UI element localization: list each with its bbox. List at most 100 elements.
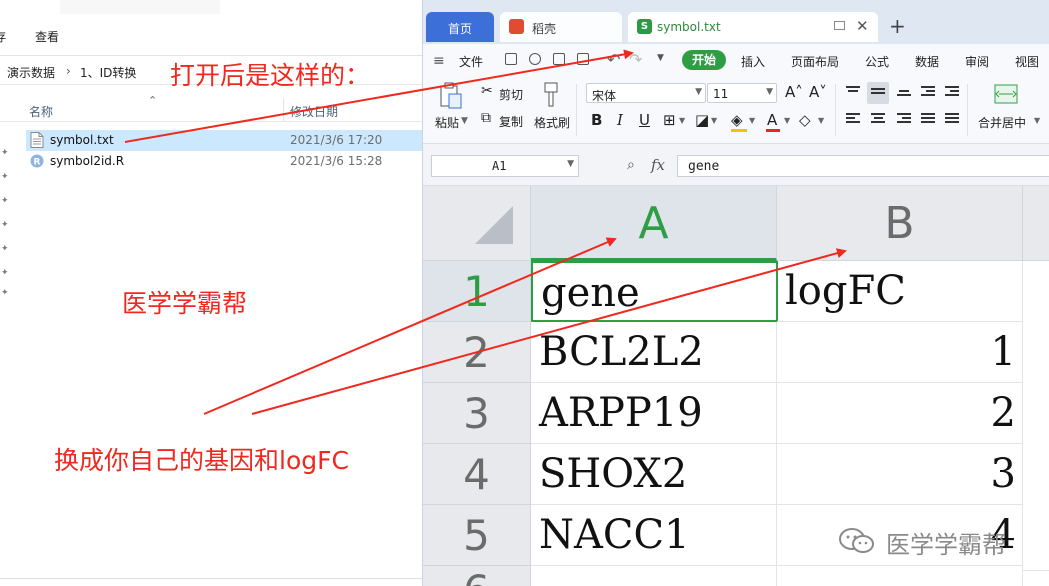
clear-dropdown-icon[interactable]: ▼ bbox=[818, 116, 824, 125]
more-dropdown-icon[interactable]: ▼ bbox=[657, 53, 664, 63]
cell-b1[interactable]: logFC bbox=[777, 261, 1023, 322]
merge-dropdown-icon[interactable]: ▼ bbox=[1034, 116, 1040, 125]
align-right-icon[interactable] bbox=[897, 113, 911, 125]
row-header-1[interactable]: 1 bbox=[423, 261, 531, 322]
copy-label[interactable]: 复制 bbox=[499, 113, 523, 130]
indent-icon[interactable] bbox=[945, 86, 959, 98]
scissors-icon[interactable]: ✂ bbox=[481, 83, 493, 99]
border-icon[interactable]: ⊞ bbox=[663, 111, 676, 129]
cell-a5[interactable]: NACC1 bbox=[531, 505, 777, 566]
print-icon[interactable] bbox=[553, 53, 565, 65]
copy-icon[interactable]: ⧉ bbox=[481, 110, 491, 126]
align-bottom-icon[interactable] bbox=[897, 90, 911, 102]
row-header-4[interactable]: 4 bbox=[423, 444, 531, 505]
preview-icon[interactable] bbox=[577, 53, 589, 65]
menu-review[interactable]: 审阅 bbox=[965, 53, 989, 70]
cell-b3[interactable]: 2 bbox=[777, 383, 1023, 444]
cell-b4[interactable]: 3 bbox=[777, 444, 1023, 505]
close-tab-icon[interactable]: ✕ bbox=[856, 17, 869, 35]
column-header-b[interactable]: B bbox=[777, 186, 1023, 261]
column-header-date[interactable]: 修改日期 bbox=[290, 103, 338, 120]
tab-home[interactable]: 首页 bbox=[426, 12, 494, 42]
name-box[interactable]: A1 ▼ bbox=[431, 155, 579, 177]
paste-icon[interactable] bbox=[439, 82, 463, 110]
pin-icon[interactable]: ✦ bbox=[1, 268, 9, 278]
menu-data[interactable]: 数据 bbox=[915, 53, 939, 70]
ribbon-tab-view[interactable]: 查看 bbox=[35, 28, 59, 45]
tab-symbol-txt[interactable]: S symbol.txt ✕ bbox=[628, 12, 878, 42]
redo-icon[interactable]: ↷ bbox=[629, 50, 642, 69]
menu-page-layout[interactable]: 页面布局 bbox=[791, 53, 839, 70]
cell-a3[interactable]: ARPP19 bbox=[531, 383, 777, 444]
select-all-corner[interactable] bbox=[423, 186, 531, 261]
align-middle-icon[interactable] bbox=[871, 88, 885, 100]
bold-icon[interactable]: B bbox=[591, 111, 602, 129]
pin-icon[interactable]: ✦ bbox=[1, 244, 9, 254]
breadcrumb-id-convert[interactable]: 1、ID转换 bbox=[80, 64, 136, 81]
column-header-a[interactable]: A bbox=[531, 186, 777, 261]
pin-icon[interactable]: ✦ bbox=[1, 148, 9, 158]
justify-icon[interactable] bbox=[921, 113, 935, 125]
hamburger-menu-icon[interactable]: ≡ bbox=[433, 53, 445, 69]
file-row-symbol2id-r[interactable]: R symbol2id.R 2021/3/6 15:28 bbox=[26, 151, 422, 172]
fill-color-icon[interactable]: ◈ bbox=[731, 111, 743, 129]
border-dropdown-icon[interactable]: ▼ bbox=[679, 116, 685, 125]
cell-a2[interactable]: BCL2L2 bbox=[531, 322, 777, 383]
font-name-select[interactable]: 宋体 ▼ bbox=[586, 83, 706, 103]
row-header-2[interactable]: 2 bbox=[423, 322, 531, 383]
merge-center-label[interactable]: 合并居中 bbox=[978, 114, 1026, 131]
paste-label[interactable]: 粘贴 bbox=[435, 114, 459, 131]
fx-icon[interactable]: fx bbox=[651, 156, 665, 174]
breadcrumb-demo-data[interactable]: 演示数据 bbox=[7, 64, 55, 81]
formula-input[interactable]: gene bbox=[677, 155, 1049, 177]
align-top-icon[interactable] bbox=[846, 86, 860, 98]
row-header-6[interactable]: 6 bbox=[423, 566, 531, 586]
column-header-name[interactable]: 名称 bbox=[29, 103, 53, 120]
font-color-icon[interactable]: A bbox=[767, 111, 777, 129]
underline-icon[interactable]: U bbox=[639, 111, 650, 129]
menu-file[interactable]: 文件 bbox=[459, 53, 483, 70]
clear-format-icon[interactable]: ◇ bbox=[799, 111, 811, 129]
cell-b6[interactable] bbox=[777, 566, 1023, 586]
undo-icon[interactable]: ↶ bbox=[607, 50, 620, 69]
cell-a4[interactable]: SHOX2 bbox=[531, 444, 777, 505]
ribbon-tab-partial[interactable]: 存 bbox=[0, 28, 6, 45]
menu-start[interactable]: 开始 bbox=[682, 50, 726, 70]
outdent-icon[interactable] bbox=[921, 86, 935, 98]
align-left-icon[interactable] bbox=[846, 113, 860, 125]
format-painter-icon[interactable] bbox=[541, 82, 561, 108]
cell-a6[interactable] bbox=[531, 566, 777, 586]
format-painter-label[interactable]: 格式刷 bbox=[534, 114, 570, 131]
fill-color-dropdown-icon[interactable]: ▼ bbox=[749, 116, 755, 125]
column-header-c-partial[interactable] bbox=[1023, 186, 1049, 261]
save-icon[interactable] bbox=[505, 53, 517, 65]
align-center-icon[interactable] bbox=[871, 113, 885, 125]
menu-view[interactable]: 视图 bbox=[1015, 53, 1039, 70]
pin-icon[interactable]: ✦ bbox=[1, 288, 9, 298]
new-tab-plus-icon[interactable]: + bbox=[889, 14, 906, 38]
column-divider[interactable] bbox=[283, 98, 284, 122]
font-shrink-icon[interactable]: A˅ bbox=[809, 83, 827, 101]
cell-b2[interactable]: 1 bbox=[777, 322, 1023, 383]
font-size-select[interactable]: 11 ▼ bbox=[707, 83, 777, 103]
fill-style-icon[interactable]: ◪ bbox=[695, 111, 709, 129]
tab-daoke[interactable]: 稻壳 bbox=[500, 12, 622, 42]
font-grow-icon[interactable]: A˄ bbox=[785, 83, 803, 101]
distributed-icon[interactable] bbox=[945, 113, 959, 125]
pin-icon[interactable]: ✦ bbox=[1, 196, 9, 206]
cell-a1[interactable]: gene bbox=[531, 261, 778, 322]
menu-insert[interactable]: 插入 bbox=[741, 53, 765, 70]
row-header-5[interactable]: 5 bbox=[423, 505, 531, 566]
export-icon[interactable] bbox=[529, 53, 541, 65]
italic-icon[interactable]: I bbox=[617, 111, 623, 129]
paste-dropdown-icon[interactable]: ▼ bbox=[461, 116, 468, 126]
fill-style-dropdown-icon[interactable]: ▼ bbox=[711, 116, 717, 125]
font-color-dropdown-icon[interactable]: ▼ bbox=[784, 116, 790, 125]
cut-label[interactable]: 剪切 bbox=[499, 86, 523, 103]
row-header-3[interactable]: 3 bbox=[423, 383, 531, 444]
file-row-symbol-txt[interactable]: symbol.txt 2021/3/6 17:20 bbox=[26, 130, 422, 151]
monitor-icon[interactable] bbox=[834, 21, 845, 30]
menu-formula[interactable]: 公式 bbox=[865, 53, 889, 70]
zoom-search-icon[interactable]: ⌕ bbox=[627, 157, 635, 173]
pin-icon[interactable]: ✦ bbox=[1, 172, 9, 182]
